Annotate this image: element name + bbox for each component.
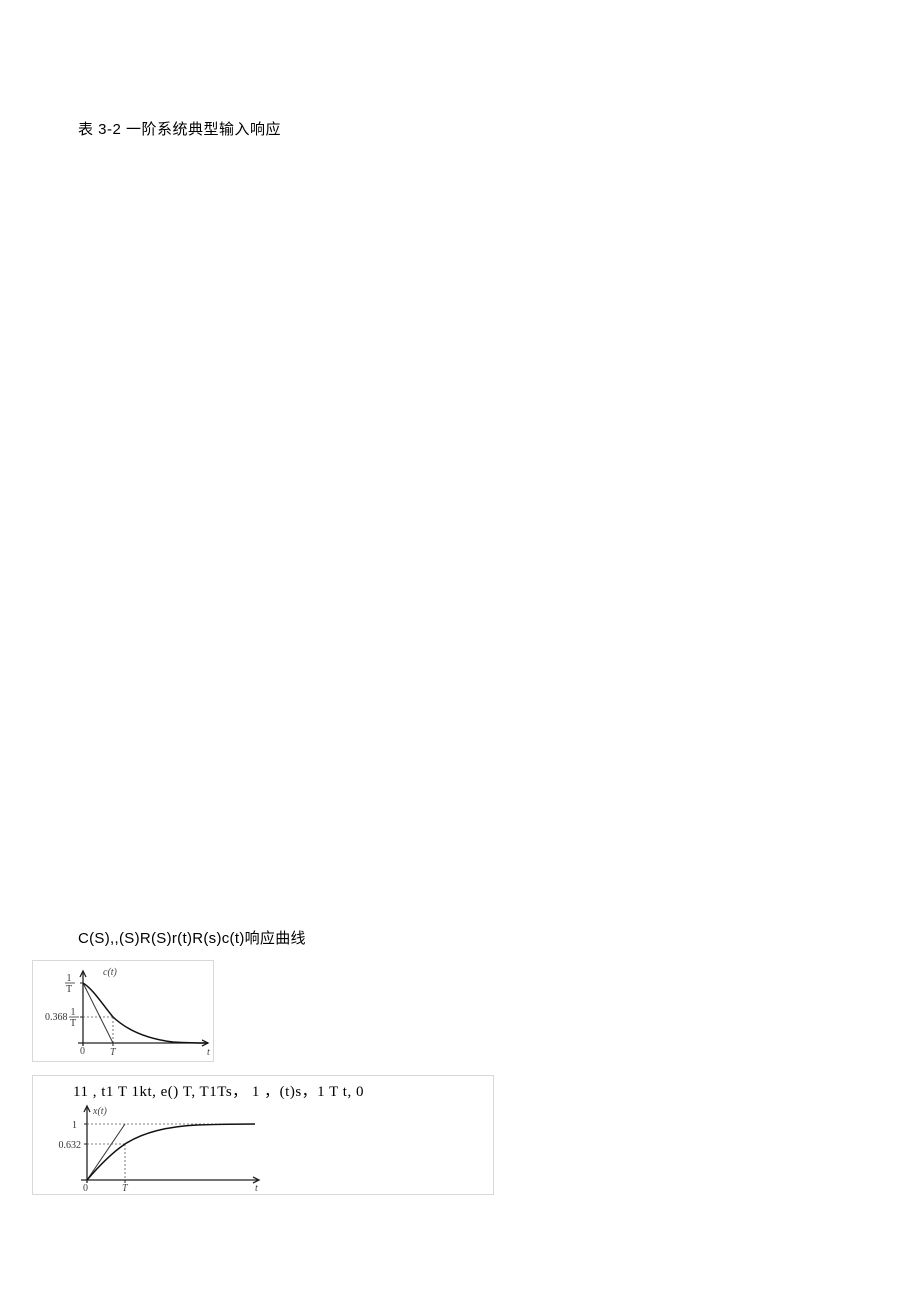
y-tick-mid-prefix: 0.368 [45,1012,68,1023]
y-tick-mid-num: 1 [71,1007,76,1018]
chart-impulse-svg: 1 T 0.368 1 T 0 T c(t) t [33,961,213,1061]
y-tick-0632: 0.632 [59,1140,82,1151]
impulse-curve [83,983,208,1043]
y-tick-1: 1 [72,1120,77,1131]
x-tick-T: T [110,1047,117,1058]
chart-step-svg: 1 0.632 0 T x(t) t [37,1100,267,1192]
x-axis-label-t1: t [207,1047,210,1058]
page-title: 表 3-2 一阶系统典型输入响应 [78,118,281,139]
func-label-x: x(t) [92,1106,108,1117]
formula-text: 11 , t1 T 1kt, e() T, T1Ts， 1 ，(t)s，1 T … [73,1080,364,1101]
x-tick2-T: T [122,1183,129,1192]
subtitle: C(S),,(S)R(S)r(t)R(s)c(t)响应曲线 [78,927,306,948]
y-tick-top-den: T [66,984,72,995]
func-label-c: c(t) [103,967,118,978]
chart-step-response: 11 , t1 T 1kt, e() T, T1Ts， 1 ，(t)s，1 T … [32,1075,494,1195]
x-axis-label-t2: t [255,1183,258,1192]
x-tick2-0: 0 [83,1183,88,1192]
chart-impulse-response: 1 T 0.368 1 T 0 T c(t) t [32,960,214,1062]
step-curve [87,1124,255,1180]
y-tick-mid-den: T [70,1018,76,1029]
x-tick-0: 0 [80,1046,85,1057]
y-tick-top-num: 1 [67,973,72,984]
